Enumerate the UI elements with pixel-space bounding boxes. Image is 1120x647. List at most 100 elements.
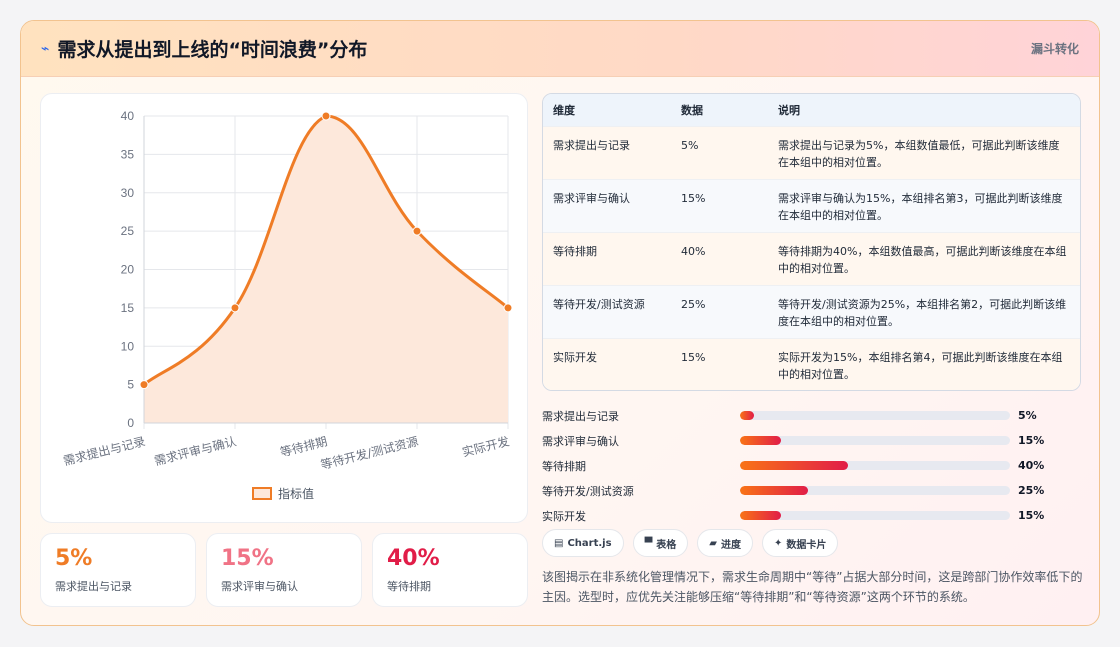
data-point bbox=[139, 380, 149, 390]
table-row: 需求评审与确认 15% 需求评审与确认为15%，本组排名第3，可据此判断该维度在本组… bbox=[543, 179, 1080, 232]
chip-label: 进度 bbox=[720, 539, 741, 551]
progress-value: 15% bbox=[1018, 509, 1045, 522]
y-tick-label: 0 bbox=[127, 416, 134, 430]
table-row: 等待排期 40% 等待排期为40%，本组数值最高，可据此判断该维度在本组中的相对位置… bbox=[543, 232, 1080, 285]
stat-cards: 5% 需求提出与记录 15% 需求评审与确认 40% 等待排期 bbox=[40, 533, 528, 607]
data-point bbox=[412, 226, 422, 236]
table-cell-description: 需求评审与确认为15%，本组排名第3，可据此判断该维度在本组中的相对位置。 bbox=[778, 191, 1063, 222]
progress-label: 实际开发 bbox=[542, 509, 586, 523]
progress-label: 等待排期 bbox=[542, 459, 586, 473]
progress-label: 需求评审与确认 bbox=[542, 434, 619, 448]
chip-label: 表格 bbox=[656, 539, 677, 551]
table-cell-dimension: 需求提出与记录 bbox=[553, 138, 630, 152]
table-cell-description: 等待开发/测试资源为25%，本组排名第2，可据此判断该维度在本组中的相对位置。 bbox=[778, 297, 1067, 328]
chip-table[interactable]: ▀ 表格 bbox=[632, 529, 689, 557]
progress-row: 等待开发/测试资源 25% bbox=[542, 478, 1081, 503]
table-cell-data: 5% bbox=[681, 138, 699, 152]
data-table: 维度 数据 说明 需求提出与记录 5% 需求提出与记录为5%，本组数值最低，可据此判… bbox=[542, 93, 1081, 391]
progress-track bbox=[740, 511, 1010, 520]
feature-chips: ▤ Chart.js ▀ 表格 ▰ 进度 ✦ 数据卡片 bbox=[542, 529, 839, 557]
progress-fill bbox=[740, 486, 808, 495]
stat-value: 40% bbox=[387, 546, 440, 571]
stat-label: 需求提出与记录 bbox=[55, 580, 132, 593]
progress-row: 等待排期 40% bbox=[542, 453, 1081, 478]
line-chart: 0 5 10 15 20 25 30 35 40 需求提出与记录 需求评审与确认 等待排期等待开发/测… bbox=[62, 109, 513, 501]
title-group: ⌁ 需求从提出到上线的“时间浪费”分布 bbox=[41, 35, 367, 62]
card-header: ⌁ 需求从提出到上线的“时间浪费”分布 漏斗转化 bbox=[21, 21, 1099, 77]
legend-swatch bbox=[252, 487, 272, 500]
progress-track bbox=[740, 436, 1010, 445]
sparkle-icon: ✦ bbox=[773, 537, 783, 549]
progress-fill bbox=[740, 436, 781, 445]
data-point bbox=[503, 303, 513, 313]
stat-label: 等待排期 bbox=[387, 580, 431, 593]
table-icon: ▀ bbox=[644, 537, 653, 549]
progress-value: 15% bbox=[1018, 434, 1045, 447]
y-tick-label: 15 bbox=[121, 301, 135, 315]
progress-track bbox=[740, 461, 1010, 470]
stat-value: 15% bbox=[221, 546, 274, 571]
progress-label: 需求提出与记录 bbox=[542, 409, 619, 423]
lightning-icon: ⌁ bbox=[41, 40, 50, 57]
table-cell-data: 25% bbox=[681, 297, 706, 311]
chart-icon: ▤ bbox=[554, 537, 564, 549]
y-tick-label: 30 bbox=[121, 186, 135, 200]
table-cell-description: 等待排期为40%，本组数值最高，可据此判断该维度在本组中的相对位置。 bbox=[778, 244, 1067, 275]
table-cell-data: 15% bbox=[681, 350, 706, 364]
page-title: 需求从提出到上线的“时间浪费”分布 bbox=[57, 39, 368, 61]
y-tick-label: 25 bbox=[121, 224, 135, 238]
stat-value: 5% bbox=[55, 546, 93, 571]
progress-fill bbox=[740, 461, 848, 470]
table-row: 等待开发/测试资源 25% 等待开发/测试资源为25%，本组排名第2，可据此判断该维… bbox=[543, 285, 1080, 338]
stat-card: 15% 需求评审与确认 bbox=[206, 533, 362, 607]
table-row: 需求提出与记录 5% 需求提出与记录为5%，本组数值最低，可据此判断该维度在本组中的… bbox=[543, 126, 1080, 179]
table-cell-data: 40% bbox=[681, 244, 706, 258]
progress-fill bbox=[740, 411, 754, 420]
legend-label: 指标值 bbox=[278, 486, 314, 501]
chart-description: 该图揭示在非系统化管理情况下，需求生命周期中“等待”占据大部分时间，这是跨部门协… bbox=[542, 570, 1083, 604]
chip-progress[interactable]: ▰ 进度 bbox=[697, 529, 753, 557]
y-tick-label: 40 bbox=[121, 109, 135, 123]
chip-label: 数据卡片 bbox=[786, 539, 827, 551]
table-cell-data: 15% bbox=[681, 191, 706, 205]
y-tick-label: 20 bbox=[121, 263, 135, 277]
progress-label: 等待开发/测试资源 bbox=[542, 484, 634, 498]
progress-row: 需求评审与确认 15% bbox=[542, 428, 1081, 453]
data-point bbox=[321, 111, 331, 121]
stat-label: 需求评审与确认 bbox=[221, 580, 298, 593]
table-header-data: 数据 bbox=[681, 103, 703, 117]
progress-value: 25% bbox=[1018, 484, 1045, 497]
chip-chart[interactable]: ▤ Chart.js bbox=[542, 529, 624, 557]
table-header-dimension: 维度 bbox=[553, 103, 575, 117]
y-tick-label: 5 bbox=[127, 378, 134, 392]
table-cell-dimension: 等待排期 bbox=[553, 244, 597, 258]
table-row: 实际开发 15% 实际开发为15%，本组排名第4，可据此判断该维度在本组中的相对位置… bbox=[543, 338, 1080, 390]
line-chart-panel: 0 5 10 15 20 25 30 35 40 需求提出与记录 需求评审与确认 等待排期 等待开发/测… bbox=[40, 93, 528, 523]
table-cell-dimension: 实际开发 bbox=[553, 350, 597, 364]
progress-value: 5% bbox=[1018, 409, 1037, 422]
chip-sparkle[interactable]: ✦ 数据卡片 bbox=[761, 529, 839, 557]
y-tick-label: 10 bbox=[121, 339, 135, 353]
x-tick-label: 等待排期 bbox=[279, 434, 329, 459]
data-point bbox=[230, 303, 240, 313]
progress-list: 需求提出与记录 5% 需求评审与确认 15% 等待排期 40% 等待开发/测试资源 25% 实际… bbox=[542, 403, 1081, 528]
x-tick-label: 需求评审与确认 bbox=[153, 433, 238, 468]
progress-row: 需求提出与记录 5% bbox=[542, 403, 1081, 428]
stat-card: 5% 需求提出与记录 bbox=[40, 533, 196, 607]
dashboard-card: ⌁ 需求从提出到上线的“时间浪费”分布 漏斗转化 0 5 10 15 20 25 30 35 4… bbox=[20, 20, 1100, 626]
table-cell-dimension: 需求评审与确认 bbox=[553, 191, 630, 205]
y-tick-label: 35 bbox=[121, 147, 135, 161]
x-tick-label: 需求提出与记录 bbox=[62, 433, 147, 468]
table-cell-dimension: 等待开发/测试资源 bbox=[553, 297, 645, 311]
progress-icon: ▰ bbox=[709, 537, 717, 549]
table-cell-description: 实际开发为15%，本组排名第4，可据此判断该维度在本组中的相对位置。 bbox=[778, 350, 1063, 381]
table-cell-description: 需求提出与记录为5%，本组数值最低，可据此判断该维度在本组中的相对位置。 bbox=[778, 138, 1060, 169]
table-header-row: 维度 数据 说明 bbox=[543, 94, 1080, 126]
stat-card: 40% 等待排期 bbox=[372, 533, 528, 607]
chip-label: Chart.js bbox=[567, 537, 612, 549]
x-tick-label: 实际开发 bbox=[461, 433, 511, 459]
progress-track bbox=[740, 411, 1010, 420]
progress-value: 40% bbox=[1018, 459, 1045, 472]
table-header-description: 说明 bbox=[778, 103, 800, 117]
progress-track bbox=[740, 486, 1010, 495]
